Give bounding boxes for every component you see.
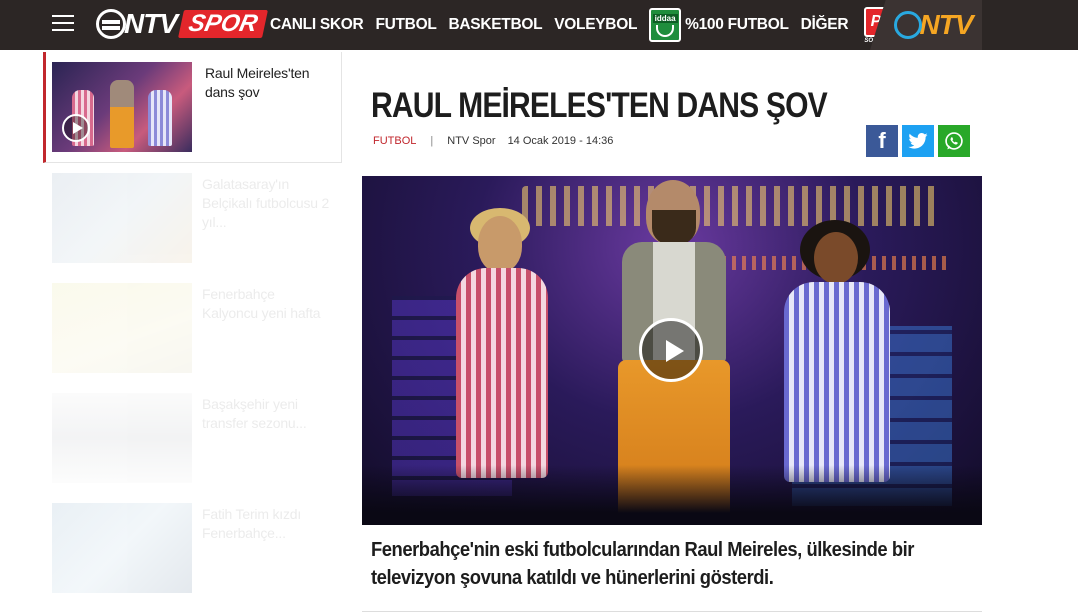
- article-source: NTV Spor: [447, 135, 496, 147]
- main-nav: CANLI SKOR FUTBOL BASKETBOL VOLEYBOL idd…: [270, 0, 939, 50]
- ntv-eye-icon-right: [893, 11, 922, 39]
- nav-item-basketbol[interactable]: BASKETBOL: [449, 16, 543, 34]
- ntvspor-logo[interactable]: NTV SPOR: [96, 6, 268, 42]
- sidebar-item[interactable]: Galatasaray'ın Belçikalı futbolcusu 2 yı…: [43, 163, 342, 273]
- twitter-share-button[interactable]: [902, 125, 934, 157]
- meta-separator: |: [430, 135, 434, 147]
- play-button-icon[interactable]: [639, 318, 703, 382]
- top-navigation-bar: NTV SPOR CANLI SKOR FUTBOL BASKETBOL VOL…: [0, 0, 1078, 50]
- iddaa-smile-icon: [656, 24, 675, 37]
- nav-item-canli-skor[interactable]: CANLI SKOR: [270, 16, 364, 34]
- article-summary: Fenerbahçe'nin eski futbolcularından Rau…: [371, 539, 914, 589]
- related-videos-sidebar: Raul Meireles'ten dans şov Galatasaray'ı…: [43, 52, 342, 603]
- sidebar-item-title[interactable]: Raul Meireles'ten dans şov: [205, 64, 335, 102]
- sidebar-item[interactable]: Fenerbahçe Kalyoncu yeni hafta: [43, 273, 342, 383]
- article-title: RAUL MEİRELES'TEN DANS ŞOV: [371, 86, 828, 125]
- video-player[interactable]: [362, 176, 982, 525]
- logo-spor-label: SPOR: [186, 10, 260, 37]
- menu-icon[interactable]: [52, 15, 74, 33]
- whatsapp-icon: [945, 132, 963, 150]
- twitter-icon: [908, 133, 928, 149]
- sidebar-item-title[interactable]: Fenerbahçe Kalyoncu yeni hafta: [202, 285, 332, 323]
- ntv-eye-icon: [96, 9, 126, 39]
- sidebar-item-title[interactable]: Galatasaray'ın Belçikalı futbolcusu 2 yı…: [202, 175, 332, 232]
- sidebar-item[interactable]: Başakşehir yeni transfer sezonu...: [43, 383, 342, 493]
- logo-ntv-text: NTV: [124, 8, 178, 39]
- ntv-channel-logo[interactable]: NTV: [870, 0, 982, 50]
- sidebar-item-title[interactable]: Başakşehir yeni transfer sezonu...: [202, 395, 332, 433]
- iddaa-logo-icon[interactable]: iddaa: [649, 8, 682, 42]
- category-link[interactable]: FUTBOL: [373, 135, 416, 147]
- video-thumbnail[interactable]: [52, 503, 192, 593]
- sidebar-item[interactable]: Fatih Terim kızdı Fenerbahçe...: [43, 493, 342, 603]
- share-buttons: f: [866, 125, 970, 157]
- video-thumbnail[interactable]: [52, 393, 192, 483]
- video-thumbnail[interactable]: [52, 283, 192, 373]
- nav-item-yuzde-yuz-futbol[interactable]: %100 FUTBOL: [685, 16, 789, 34]
- video-thumbnail[interactable]: [52, 62, 192, 152]
- whatsapp-share-button[interactable]: [938, 125, 970, 157]
- nav-item-futbol[interactable]: FUTBOL: [375, 16, 436, 34]
- divider: [362, 611, 982, 612]
- facebook-icon: f: [878, 128, 886, 153]
- ntv-right-text: NTV: [919, 9, 974, 40]
- article-date: 14 Ocak 2019 - 14:36: [507, 135, 614, 147]
- article-meta: FUTBOL | NTV Spor 14 Ocak 2019 - 14:36: [373, 135, 613, 147]
- video-thumbnail[interactable]: [52, 173, 192, 263]
- iddaa-label: iddaa: [652, 13, 678, 23]
- sidebar-item-active[interactable]: Raul Meireles'ten dans şov: [43, 52, 342, 163]
- nav-item-voleybol[interactable]: VOLEYBOL: [554, 16, 637, 34]
- nav-item-diger[interactable]: DİĞER: [801, 16, 849, 34]
- facebook-share-button[interactable]: f: [866, 125, 898, 157]
- logo-spor-text: SPOR: [178, 10, 268, 38]
- sidebar-item-title[interactable]: Fatih Terim kızdı Fenerbahçe...: [202, 505, 332, 543]
- play-icon: [62, 114, 90, 142]
